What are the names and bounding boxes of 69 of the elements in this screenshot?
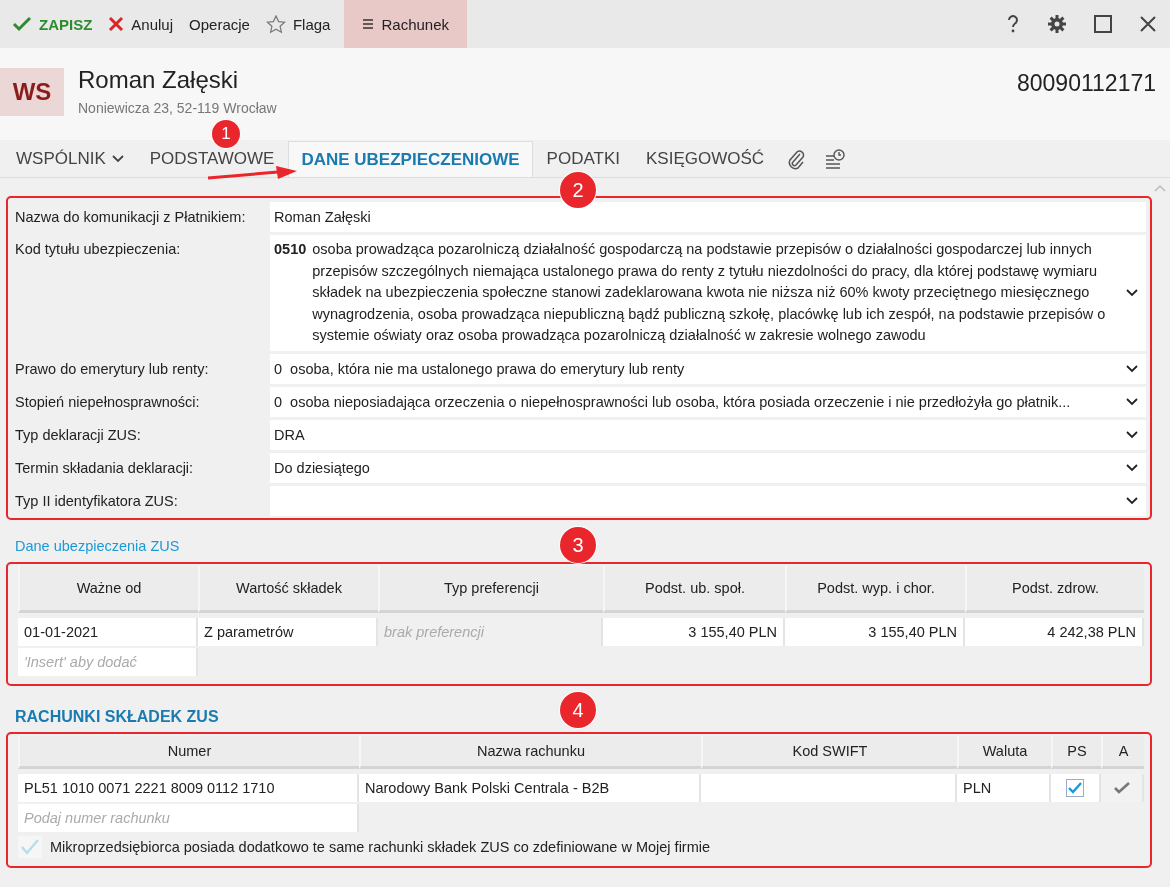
column-header[interactable]: PS: [1051, 735, 1101, 769]
maximize-icon[interactable]: [1093, 14, 1113, 34]
tab[interactable]: WSPÓLNIK: [4, 141, 136, 177]
column-header[interactable]: A: [1101, 735, 1144, 769]
checkbox-label: Mikroprzedsiębiorca posiada dodatkowo te same rachunki składek ZUS co zdefiniowane w Mojej firmie: [50, 838, 711, 855]
input-field[interactable]: Roman Załęski: [270, 202, 1146, 232]
table-cell: PL51 1010 0071 2221 8009 0112 1710: [18, 773, 359, 802]
annotation-badge: 3: [560, 527, 596, 563]
column-header[interactable]: Kod SWIFT: [701, 735, 957, 769]
caret-icon: [1126, 364, 1138, 373]
tab[interactable]: DANE UBEZPIECZENIOWE: [288, 141, 533, 177]
field-label: Termin składania deklaracji:: [14, 458, 195, 478]
paperclip-icon: [786, 148, 807, 170]
table-cell: 4 242,38 PLN: [965, 617, 1144, 646]
caret-icon: [1126, 397, 1138, 406]
column-header[interactable]: Typ preferencji: [378, 565, 603, 613]
caret-icon: [1126, 430, 1138, 439]
contractor-address: Noniewicza 23, 52-119 Wrocław: [78, 100, 277, 116]
column-header[interactable]: Podst. zdrow.: [965, 565, 1144, 613]
checkbox[interactable]: [1066, 778, 1084, 797]
dropdown-field[interactable]: Do dziesiątego: [270, 452, 1146, 483]
column-header[interactable]: Ważne od: [18, 565, 198, 613]
check-icon: [12, 16, 32, 32]
caret-icon: [1126, 463, 1138, 472]
table-cell: PLN: [957, 773, 1051, 802]
table-cell: Z parametrów: [198, 617, 378, 646]
toolbar-button[interactable]: Rachunek: [344, 0, 467, 48]
table-cell: Narodowy Bank Polski Centrala - B2B: [359, 773, 701, 802]
toolbar-button[interactable]: ZAPISZ: [4, 0, 101, 48]
toolbar-button[interactable]: Flaga: [257, 0, 339, 48]
settings-icon[interactable]: [1047, 14, 1067, 34]
annotation-badge: 2: [560, 172, 596, 208]
toolbar-button[interactable]: Anuluj: [100, 0, 182, 48]
section-title: RACHUNKI SKŁADEK ZUS: [15, 707, 219, 726]
help-icon[interactable]: [1005, 14, 1021, 34]
caret-icon: [1126, 288, 1138, 297]
column-header[interactable]: Numer: [18, 735, 359, 769]
column-header[interactable]: Podst. ub. społ.: [603, 565, 785, 613]
dropdown-field[interactable]: [270, 485, 1146, 516]
field-label: Stopień niepełnosprawności:: [14, 392, 201, 412]
dropdown-field[interactable]: DRA: [270, 419, 1146, 450]
close-icon: [108, 16, 125, 32]
toolbar-button[interactable]: Operacje: [181, 0, 258, 48]
star-icon: [265, 15, 286, 33]
field-label: Typ II identyfikatora ZUS:: [14, 491, 179, 511]
caret-icon: [111, 155, 124, 163]
pesel-number: 80090112171: [1017, 70, 1156, 97]
close-icon[interactable]: [1139, 15, 1157, 33]
table-cell: 01-01-2021: [18, 617, 198, 646]
table-cell: 3 155,40 PLN: [603, 617, 785, 646]
field-label: Prawo do emerytury lub renty:: [14, 359, 210, 379]
dropdown-field[interactable]: 0 osoba nieposiadająca orzeczenia o niepełnosprawności lub osoba, która posiada orzeczenie i nie przedłożyła go płatnik...: [270, 386, 1146, 417]
field-label: Kod tytułu ubezpieczenia:: [14, 240, 182, 259]
field-label: Typ deklaracji ZUS:: [14, 425, 142, 445]
annotation-badge: 4: [560, 692, 596, 728]
dropdown-field[interactable]: 0510 osoba prowadząca pozarolniczą działalność gospodarczą na podstawie przepisów o działalności gospodarczej lub innych przepisów szczególnych niemająca ustalonego prawa do renty z tytułu niezdolności do pracy, dla której podstawę wymiaru składek na ubezpieczenia społeczne stanowi zadeklarowana kwota nie niższa niż 60% kwoty przeciętnego miesięcznego wynagrodzenia, osoba prowadząca niepubliczną bądź publiczną szkołę, placówkę lub ich zespół, na podstawie przepisów o systemie oświaty oraz osoba prowadząca pozarolniczą działalność w zakresie wolnego zawodu: [270, 235, 1146, 351]
menu-icon: [362, 19, 375, 29]
contractor-name: Roman Załęski: [78, 66, 240, 94]
dropdown-field[interactable]: 0 osoba, która nie ma ustalonego prawa do emerytury lub renty: [270, 353, 1146, 384]
history-icon: [824, 148, 847, 170]
initials-avatar: WS: [0, 68, 64, 116]
column-header[interactable]: Nazwa rachunku: [359, 735, 701, 769]
field-label: Nazwa do komunikacji z Płatnikiem:: [14, 208, 247, 227]
column-header[interactable]: Podst. wyp. i chor.: [785, 565, 965, 613]
tab[interactable]: KSIĘGOWOŚĆ: [634, 141, 777, 177]
table-cell: 3 155,40 PLN: [785, 617, 965, 646]
column-header[interactable]: Wartość składek: [198, 565, 378, 613]
column-header[interactable]: Waluta: [957, 735, 1051, 769]
caret-icon: [1126, 496, 1138, 505]
